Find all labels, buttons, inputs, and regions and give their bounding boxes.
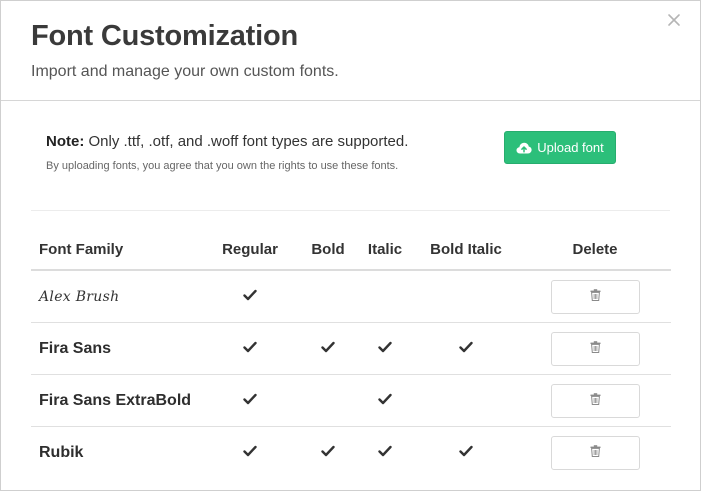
style-italic-cell — [357, 427, 413, 479]
delete-font-button[interactable] — [550, 279, 640, 314]
font-family-cell: Rubik — [31, 427, 201, 479]
header-italic: Italic — [357, 229, 413, 271]
delete-cell — [519, 322, 671, 375]
fonts-table-body: Alex Brush Fira Sans Fira Sans ExtraBold Ru… — [31, 270, 671, 478]
cloud-upload-icon — [516, 142, 532, 154]
font-family-cell: Fira Sans ExtraBold — [31, 374, 201, 427]
font-family-name: Fira Sans — [39, 339, 112, 357]
style-regular-cell — [201, 427, 299, 479]
font-family-cell: Fira Sans — [31, 322, 201, 375]
header-regular: Regular — [201, 229, 299, 271]
delete-font-button[interactable] — [550, 435, 640, 470]
style-regular-cell — [201, 374, 299, 427]
note-text: Note: Only .ttf, .otf, and .woff font ty… — [46, 133, 408, 151]
check-icon — [459, 340, 473, 357]
style-italic-cell — [357, 374, 413, 427]
delete-font-button[interactable] — [550, 383, 640, 418]
check-icon — [378, 340, 392, 357]
style-italic-cell — [357, 270, 413, 323]
note-subtext: By uploading fonts, you agree that you o… — [46, 160, 399, 172]
style-bold-italic-cell — [413, 270, 519, 323]
font-family-cell: Alex Brush — [31, 270, 201, 323]
table-row: Fira Sans ExtraBold — [31, 374, 671, 427]
font-customization-modal: Font Customization Import and manage you… — [0, 0, 701, 491]
table-row: Rubik — [31, 427, 671, 479]
header-font-family: Font Family — [31, 229, 201, 271]
modal-title: Font Customization — [31, 20, 299, 52]
delete-cell — [519, 427, 671, 479]
trash-icon — [590, 288, 601, 306]
style-bold-italic-cell — [413, 374, 519, 427]
check-icon — [243, 288, 257, 305]
check-icon — [321, 340, 335, 357]
style-bold-cell — [299, 374, 357, 427]
font-family-name: Fira Sans ExtraBold — [39, 391, 192, 409]
trash-icon — [590, 392, 601, 410]
close-icon[interactable] — [666, 12, 682, 28]
style-bold-cell — [299, 427, 357, 479]
check-icon — [378, 444, 392, 461]
modal-subtitle: Import and manage your own custom fonts. — [31, 63, 339, 80]
note-body: Only .ttf, .otf, and .woff font types ar… — [84, 133, 409, 150]
delete-cell — [519, 374, 671, 427]
table-row: Fira Sans — [31, 322, 671, 375]
header-bold-italic: Bold Italic — [413, 229, 519, 271]
font-family-name: Alex Brush — [39, 288, 120, 305]
modal-header: Font Customization Import and manage you… — [1, 1, 700, 101]
check-icon — [321, 444, 335, 461]
check-icon — [378, 392, 392, 409]
header-bold: Bold — [299, 229, 357, 271]
style-bold-italic-cell — [413, 322, 519, 375]
fonts-table: Font Family Regular Bold Italic Bold Ita… — [31, 229, 671, 478]
check-icon — [459, 444, 473, 461]
check-icon — [243, 340, 257, 357]
style-bold-cell — [299, 270, 357, 323]
style-regular-cell — [201, 322, 299, 375]
style-regular-cell — [201, 270, 299, 323]
delete-cell — [519, 270, 671, 323]
trash-icon — [590, 340, 601, 358]
upload-font-button[interactable]: Upload font — [504, 131, 616, 164]
trash-icon — [590, 444, 601, 462]
header-delete: Delete — [519, 229, 671, 271]
check-icon — [243, 392, 257, 409]
delete-font-button[interactable] — [550, 331, 640, 366]
style-bold-italic-cell — [413, 427, 519, 479]
style-italic-cell — [357, 322, 413, 375]
table-row: Alex Brush — [31, 270, 671, 323]
font-family-name: Rubik — [39, 443, 84, 461]
modal-content: Note: Only .ttf, .otf, and .woff font ty… — [1, 101, 700, 478]
upload-note-section: Note: Only .ttf, .otf, and .woff font ty… — [31, 101, 670, 211]
upload-font-label: Upload font — [537, 140, 604, 155]
table-header-row: Font Family Regular Bold Italic Bold Ita… — [31, 229, 671, 271]
note-label: Note: — [46, 133, 85, 150]
check-icon — [243, 444, 257, 461]
style-bold-cell — [299, 322, 357, 375]
